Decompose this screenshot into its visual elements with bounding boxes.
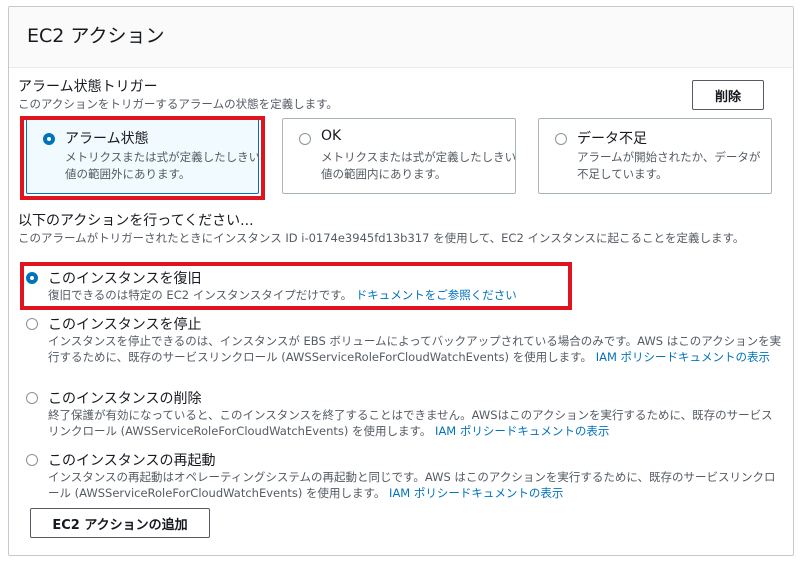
radio-ok[interactable] <box>299 133 311 145</box>
iam-policy-link[interactable]: IAM ポリシードキュメントの表示 <box>596 350 770 364</box>
tile-description: メトリクスまたは式が定義したしきい値の範囲内にあります。 <box>321 150 517 181</box>
radio-reboot[interactable] <box>26 454 38 466</box>
option-stop-instance[interactable]: このインスタンスを停止 インスタンスを停止できるのは、インスタンスが EBS ボ… <box>18 314 781 376</box>
actions-label: 以下のアクションを行ってください... <box>18 213 254 229</box>
option-title: このインスタンスを復旧 <box>48 271 202 287</box>
alarm-trigger-description: このアクションをトリガーするアラームの状態を定義します。 <box>18 97 338 111</box>
radio-insufficient-data[interactable] <box>555 133 567 145</box>
option-title: このインスタンスの削除 <box>48 391 202 407</box>
option-terminate-instance[interactable]: このインスタンスの削除 終了保護が有効になっていると、このインスタンスを終了する… <box>18 388 778 438</box>
option-description-text: 復旧できるのは特定の EC2 インスタンスタイプだけです。 <box>48 288 353 302</box>
add-ec2-action-button[interactable]: EC2 アクションの追加 <box>30 508 210 538</box>
radio-in-alarm[interactable] <box>43 133 55 145</box>
tile-ok[interactable]: OK メトリクスまたは式が定義したしきい値の範囲内にあります。 <box>282 118 516 194</box>
docs-link[interactable]: ドキュメントをご参照ください <box>356 288 517 302</box>
tile-title: OK <box>321 128 342 144</box>
panel-title: EC2 アクション <box>27 25 165 47</box>
actions-description: このアラームがトリガーされたときにインスタンス ID i-0174e3945fd… <box>18 231 745 245</box>
tile-in-alarm[interactable]: アラーム状態 メトリクスまたは式が定義したしきい値の範囲外にあります。 <box>26 118 260 194</box>
option-description: インスタンスの再起動はオペレーティングシステムの再起動と同じです。AWS はこの… <box>48 469 783 501</box>
tile-description: メトリクスまたは式が定義したしきい値の範囲外にあります。 <box>65 150 261 181</box>
option-title: このインスタンスの再起動 <box>48 453 216 469</box>
option-description: インスタンスを停止できるのは、インスタンスが EBS ボリュームによってバックア… <box>48 333 783 365</box>
delete-button[interactable]: 削除 <box>692 80 764 110</box>
tile-insufficient-data[interactable]: データ不足 アラームが開始されたか、データが不足しています。 <box>538 118 772 194</box>
panel-header: EC2 アクション <box>9 7 793 68</box>
option-reboot-instance[interactable]: このインスタンスの再起動 インスタンスの再起動はオペレーティングシステムの再起動… <box>18 450 778 500</box>
radio-recover[interactable] <box>26 272 38 284</box>
tile-title: アラーム状態 <box>65 131 149 147</box>
iam-policy-link[interactable]: IAM ポリシードキュメントの表示 <box>389 486 563 500</box>
option-description: 終了保護が有効になっていると、このインスタンスを終了することはできません。AWS… <box>48 407 783 439</box>
option-title: このインスタンスを停止 <box>48 317 202 333</box>
option-description: 復旧できるのは特定の EC2 インスタンスタイプだけです。 ドキュメントをご参照… <box>48 287 783 303</box>
tile-description: アラームが開始されたか、データが不足しています。 <box>577 150 761 181</box>
radio-stop[interactable] <box>26 318 38 330</box>
radio-terminate[interactable] <box>26 392 38 404</box>
iam-policy-link[interactable]: IAM ポリシードキュメントの表示 <box>435 424 609 438</box>
alarm-trigger-label: アラーム状態トリガー <box>18 79 158 95</box>
tile-title: データ不足 <box>577 131 647 147</box>
option-description-text: 終了保護が有効になっていると、このインスタンスを終了することはできません。AWS… <box>48 408 773 438</box>
option-recover-instance[interactable]: このインスタンスを復旧 復旧できるのは特定の EC2 インスタンスタイプだけです… <box>18 268 778 304</box>
